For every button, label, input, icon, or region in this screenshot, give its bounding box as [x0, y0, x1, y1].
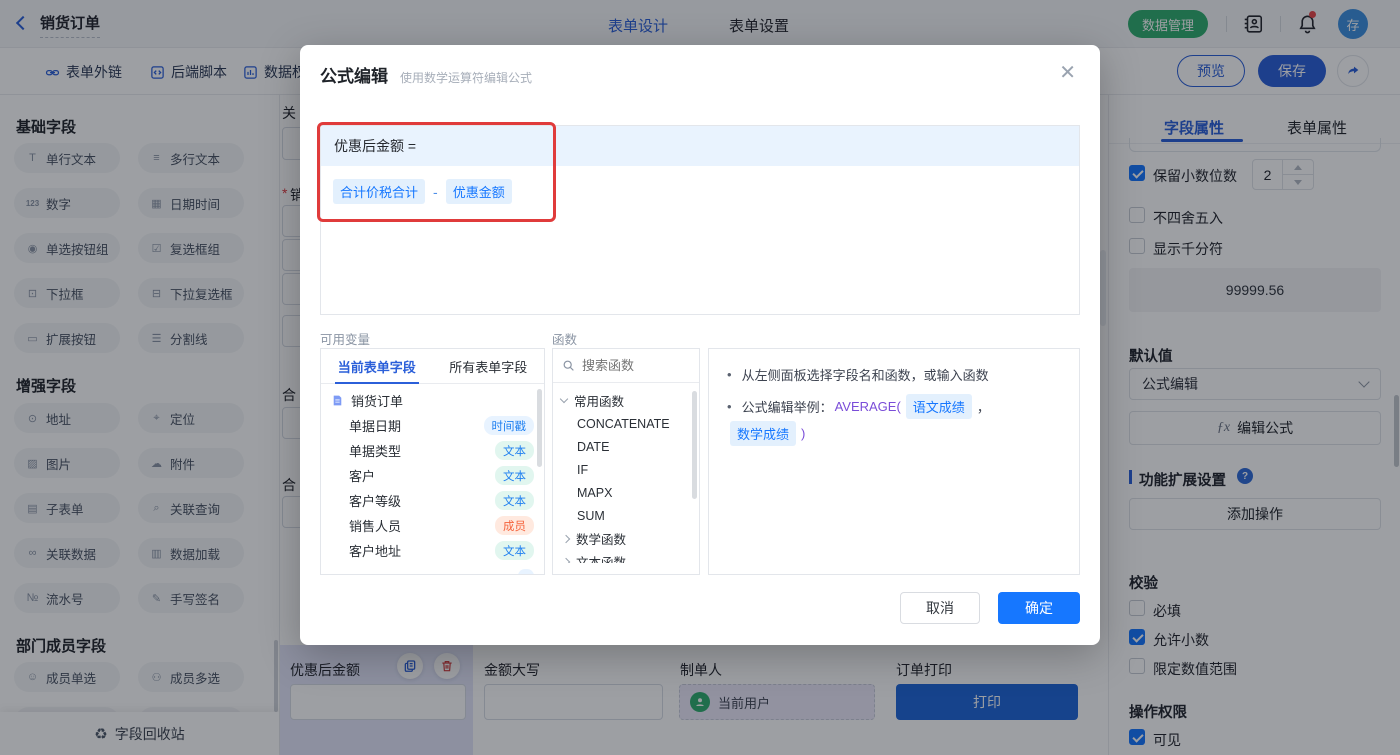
variable-item[interactable]: 单据日期时间戳 — [321, 413, 544, 438]
type-badge: 文本 — [495, 466, 534, 485]
variable-item[interactable]: 客户地址文本 — [321, 538, 544, 563]
variables-label: 可用变量 — [320, 329, 370, 348]
function-name-open: AVERAGE( — [835, 399, 901, 414]
bullet-icon: • — [727, 399, 732, 414]
variables-scrollbar[interactable] — [537, 389, 542, 467]
formula-target-row: 优惠后金额 = — [321, 126, 1079, 166]
cancel-button[interactable]: 取消 — [900, 592, 980, 624]
modal-subtitle: 使用数学运算符编辑公式 — [400, 69, 532, 86]
type-badge: 文本 — [495, 541, 534, 560]
chevron-right-icon — [562, 557, 570, 563]
type-badge: 文本 — [495, 441, 534, 460]
confirm-button[interactable]: 确定 — [998, 592, 1080, 624]
formula-operator: - — [433, 184, 438, 200]
function-item[interactable]: MAPX — [553, 481, 699, 504]
variable-item[interactable]: 客户等级文本 — [321, 488, 544, 513]
chevron-right-icon — [562, 534, 570, 542]
search-icon — [562, 359, 575, 372]
comma: ， — [977, 397, 990, 416]
bullet-icon: • — [727, 367, 732, 382]
help-line-1: • 从左侧面板选择字段名和函数，或输入函数 — [727, 365, 1061, 384]
formula-chip-total[interactable]: 合计价税合计 — [333, 179, 425, 204]
formula-chip-discount[interactable]: 优惠金额 — [446, 179, 512, 204]
tab-all-form-fields[interactable]: 所有表单字段 — [433, 349, 545, 383]
functions-panel: 常用函数 CONCATENATE DATE IF MAPX SUM 数学函数 文… — [552, 348, 700, 575]
function-group-text[interactable]: 文本函数 — [553, 550, 699, 563]
functions-scrollbar[interactable] — [692, 391, 697, 499]
variable-item[interactable]: 客户文本 — [321, 463, 544, 488]
help-line-2: • 公式编辑举例： AVERAGE( 语文成绩 ， 数学成绩 ) — [727, 394, 1061, 446]
example-chip: 语文成绩 — [906, 394, 972, 419]
close-icon[interactable]: ✕ — [1059, 63, 1076, 83]
function-group-common[interactable]: 常用函数 — [553, 389, 699, 412]
formula-editor-area[interactable]: 优惠后金额 = 合计价税合计 - 优惠金额 — [320, 125, 1080, 315]
function-item[interactable]: IF — [553, 458, 699, 481]
modal-title: 公式编辑 — [320, 62, 388, 87]
help-panel: • 从左侧面板选择字段名和函数，或输入函数 • 公式编辑举例： AVERAGE(… — [708, 348, 1080, 575]
document-icon — [331, 394, 344, 407]
variable-item[interactable]: 单据类型文本 — [321, 438, 544, 463]
formula-target: 优惠后金额 = — [334, 136, 416, 156]
formula-editor-modal: 公式编辑 使用数学运算符编辑公式 ✕ 优惠后金额 = 合计价税合计 - 优惠金额… — [300, 45, 1100, 645]
variables-panel: 当前表单字段 所有表单字段 销货订单 单据日期时间戳 单据类型文本 客户文本 客… — [320, 348, 545, 575]
variable-item-partial — [321, 563, 544, 574]
variable-item[interactable]: 销售人员成员 — [321, 513, 544, 538]
function-group-math[interactable]: 数学函数 — [553, 527, 699, 550]
function-name-close: ) — [801, 426, 805, 441]
variables-tree-root[interactable]: 销货订单 — [321, 388, 544, 413]
example-chip: 数学成绩 — [730, 421, 796, 446]
functions-label: 函数 — [552, 329, 577, 348]
type-badge: 成员 — [495, 516, 534, 535]
function-item[interactable]: CONCATENATE — [553, 412, 699, 435]
tab-current-form-fields[interactable]: 当前表单字段 — [321, 349, 433, 383]
chevron-down-icon — [560, 395, 568, 403]
variables-active-tab-underline — [335, 382, 419, 384]
function-item[interactable]: SUM — [553, 504, 699, 527]
type-badge: 文本 — [495, 491, 534, 510]
function-item[interactable]: DATE — [553, 435, 699, 458]
function-search-input[interactable] — [582, 358, 672, 373]
type-badge: 时间戳 — [484, 416, 535, 435]
